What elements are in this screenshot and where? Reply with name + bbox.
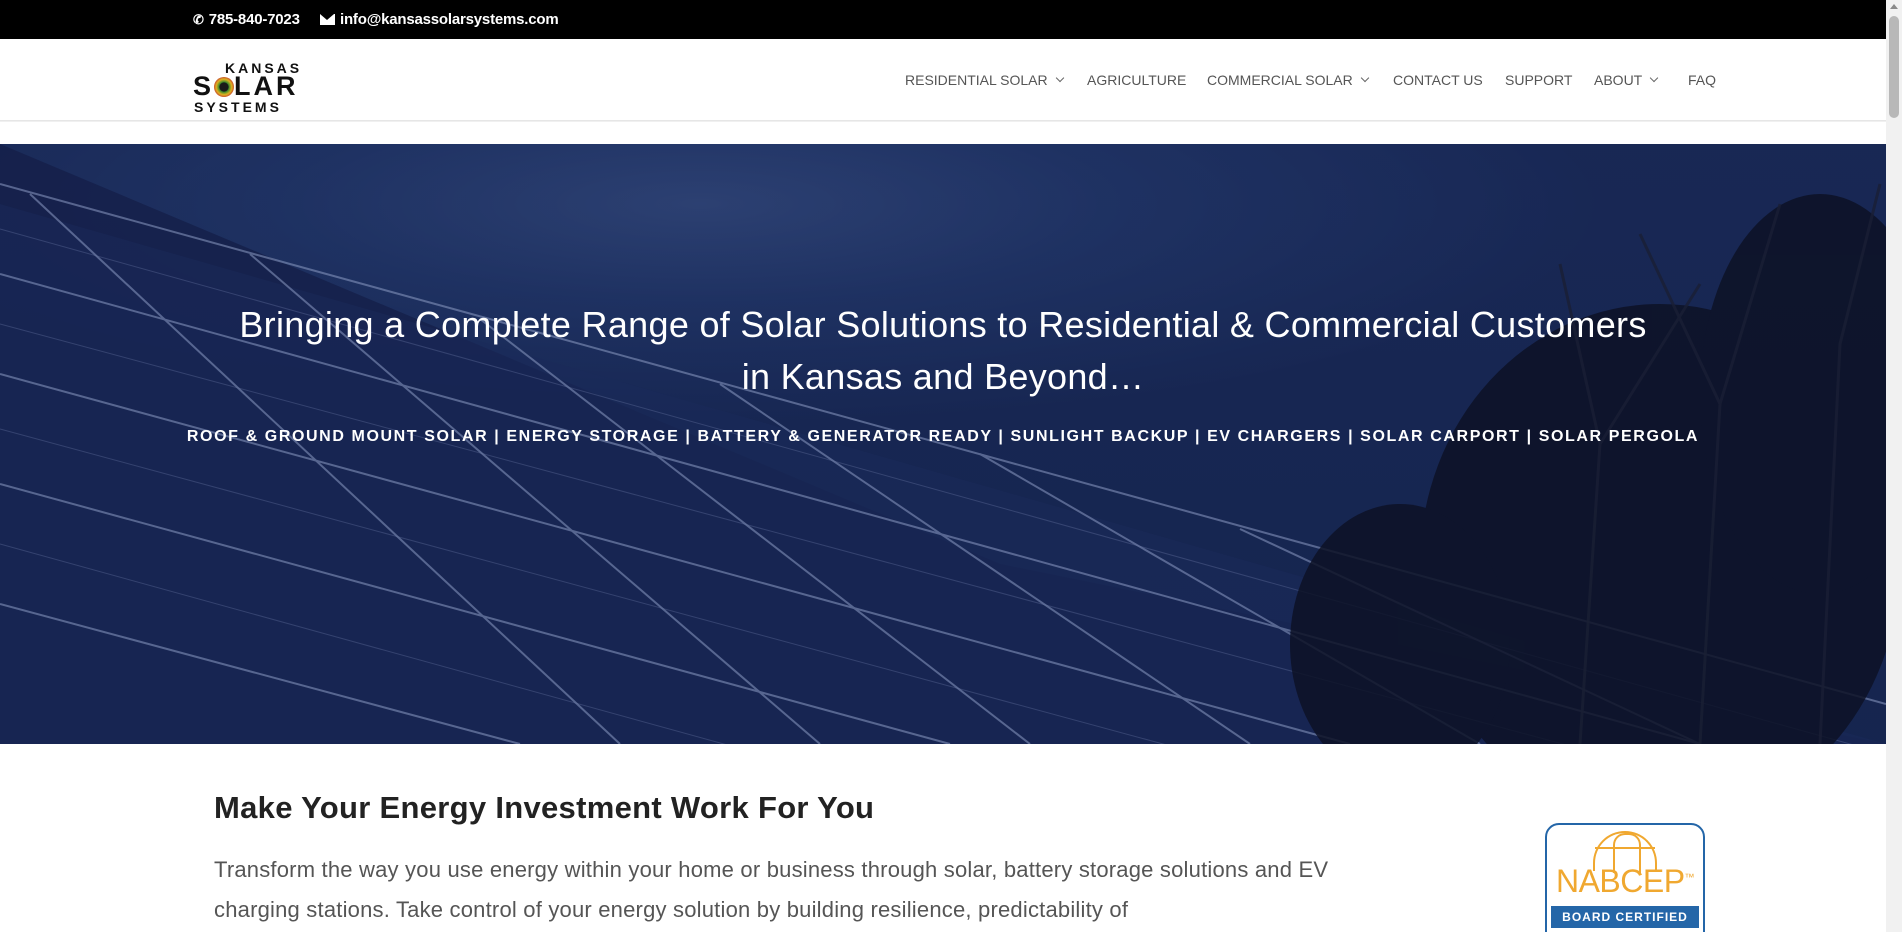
phone-link[interactable]: ✆ 785-840-7023: [193, 11, 300, 28]
nabcep-wordmark: NABCEP™: [1555, 863, 1695, 899]
section-heading: Make Your Energy Investment Work For You: [214, 790, 875, 825]
phone-number: 785-840-7023: [208, 11, 300, 28]
logo-line-3: SYSTEMS: [194, 99, 282, 115]
scroll-up-icon[interactable]: [1890, 4, 1898, 9]
page-scrollbar[interactable]: [1886, 0, 1902, 932]
nav-residential-solar[interactable]: RESIDENTIAL SOLAR: [905, 72, 1064, 88]
hero-title: Bringing a Complete Range of Solar Solut…: [239, 304, 1647, 397]
board-certified-label: BOARD CERTIFIED: [1551, 906, 1699, 928]
hero-services: ROOF & GROUND MOUNT SOLAR | ENERGY STORA…: [186, 428, 1700, 445]
top-contact-bar: ✆ 785-840-7023 info@kansassolarsystems.c…: [0, 0, 1886, 39]
nav-faq[interactable]: FAQ: [1688, 72, 1716, 88]
nav-support[interactable]: SUPPORT: [1505, 72, 1572, 88]
nabcep-badge: NABCEP™ BOARD CERTIFIED: [1545, 823, 1705, 932]
chevron-down-icon: [1649, 73, 1659, 83]
scrollbar-thumb[interactable]: [1889, 16, 1899, 118]
section-paragraph: Transform the way you use energy within …: [214, 857, 1329, 922]
email-link[interactable]: info@kansassolarsystems.com: [320, 11, 559, 28]
chevron-down-icon: [1055, 73, 1064, 83]
page: ✆ 785-840-7023 info@kansassolarsystems.c…: [0, 0, 1902, 932]
nav-agriculture[interactable]: AGRICULTURE: [1087, 72, 1186, 88]
email-address: info@kansassolarsystems.com: [340, 11, 559, 28]
nav-about[interactable]: ABOUT: [1594, 72, 1659, 88]
main-nav: RESIDENTIAL SOLAR AGRICULTURE COMMERCIAL…: [0, 72, 1886, 92]
phone-icon: ✆: [193, 11, 204, 27]
chevron-down-icon: [1360, 73, 1369, 83]
nav-commercial-solar[interactable]: COMMERCIAL SOLAR: [1207, 72, 1369, 88]
site-header: KANSAS S LAR SYSTEMS RESIDENTIAL SOLAR AG…: [0, 39, 1886, 121]
envelope-icon: [320, 14, 335, 25]
nav-contact-us[interactable]: CONTACT US: [1393, 72, 1483, 88]
hero-banner: Bringing a Complete Range of Solar Solut…: [0, 144, 1886, 744]
